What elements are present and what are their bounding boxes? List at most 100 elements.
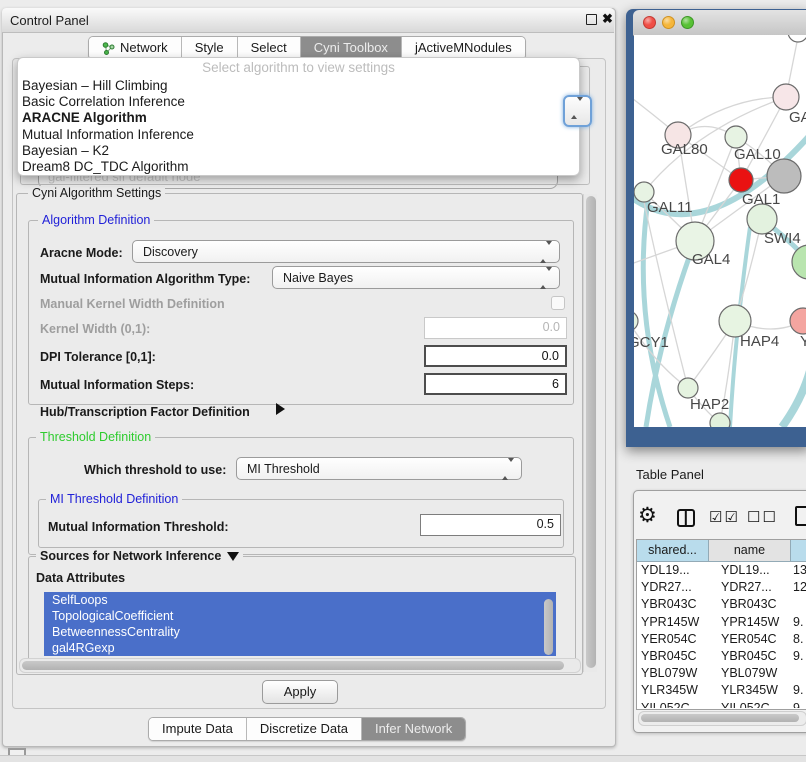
- tab-network[interactable]: Network: [89, 37, 182, 59]
- spinner-arrows-icon: [571, 101, 583, 115]
- tab-impute-data[interactable]: Impute Data: [149, 718, 247, 740]
- network-node[interactable]: [678, 378, 698, 398]
- aracne-mode-select[interactable]: Discovery: [132, 240, 560, 263]
- attributes-scrollbar-thumb[interactable]: [544, 599, 553, 655]
- column-header[interactable]: name: [709, 540, 791, 562]
- table-cell: 8.: [793, 631, 806, 648]
- control-panel-titlebar[interactable]: [2, 8, 614, 33]
- manual-kernel-label: Manual Kernel Width Definition: [40, 297, 225, 311]
- network-node[interactable]: [710, 413, 730, 427]
- settings-horizontal-scrollbar[interactable]: [19, 658, 581, 673]
- document-icon[interactable]: [795, 506, 806, 526]
- network-node[interactable]: [773, 84, 799, 110]
- expand-right-icon[interactable]: [276, 403, 285, 418]
- zoom-window-button[interactable]: [681, 16, 694, 29]
- table-row[interactable]: YDL19...YDL19...13: [637, 562, 806, 579]
- kernel-width-field[interactable]: 0.0: [424, 317, 567, 339]
- table-cell: YBR045C: [721, 648, 791, 665]
- tab-select[interactable]: Select: [238, 37, 301, 59]
- tab-discretize-data[interactable]: Discretize Data: [247, 718, 362, 740]
- tab-infer-network[interactable]: Infer Network: [362, 718, 465, 740]
- mi-type-select[interactable]: Naive Bayes: [272, 266, 560, 289]
- attribute-item[interactable]: TopologicalCoefficient: [44, 608, 556, 624]
- algorithm-combo-arrow-button[interactable]: [563, 95, 592, 127]
- algorithm-option[interactable]: Bayesian – K2: [22, 143, 572, 159]
- attribute-item[interactable]: SelfLoops: [44, 592, 556, 608]
- network-node[interactable]: [634, 311, 638, 331]
- table-cell: YIL052C: [641, 700, 709, 709]
- column-header[interactable]: shared...: [637, 540, 709, 562]
- attribute-item[interactable]: gal4RGexp: [44, 640, 556, 656]
- network-node[interactable]: [767, 159, 801, 193]
- network-node[interactable]: [790, 308, 806, 334]
- collapse-down-icon[interactable]: [227, 552, 239, 561]
- table-row[interactable]: YIL052CYIL052C9.: [637, 700, 806, 709]
- network-node[interactable]: [792, 245, 806, 279]
- tab-style[interactable]: Style: [182, 37, 238, 59]
- apply-button[interactable]: Apply: [262, 680, 338, 704]
- settings-vertical-scrollbar[interactable]: [583, 194, 597, 672]
- mi-threshold-field[interactable]: 0.5: [420, 514, 561, 536]
- close-window-button[interactable]: [643, 16, 656, 29]
- table-row[interactable]: YBL079WYBL079W: [637, 665, 806, 682]
- data-attributes-label: Data Attributes: [36, 571, 125, 585]
- table-row[interactable]: YLR345WYLR345W9.: [637, 682, 806, 699]
- network-edge[interactable]: [782, 363, 806, 427]
- tab-label: jActiveMNodules: [415, 37, 512, 59]
- node-label: GCY1: [634, 334, 669, 351]
- algorithm-definition-legend: Algorithm Definition: [38, 213, 154, 227]
- float-window-icon[interactable]: [586, 14, 597, 25]
- which-threshold-select[interactable]: MI Threshold: [236, 457, 522, 480]
- tab-jactivemnodules[interactable]: jActiveMNodules: [402, 37, 525, 59]
- manual-kernel-checkbox[interactable]: [551, 296, 565, 310]
- algorithm-option[interactable]: Mutual Information Inference: [22, 127, 572, 143]
- checked-pair-icon[interactable]: ☑☑: [709, 508, 740, 526]
- tab-label: Network: [120, 37, 168, 59]
- column-header[interactable]: [791, 540, 806, 562]
- hub-section-label[interactable]: Hub/Transcription Factor Definition: [40, 405, 250, 419]
- table-cell: YER054C: [641, 631, 709, 648]
- unchecked-pair-icon[interactable]: ☐☐: [747, 508, 778, 526]
- sources-legend-text: Sources for Network Inference: [40, 549, 221, 563]
- dpi-tolerance-field[interactable]: 0.0: [424, 345, 567, 367]
- table-cell: YLR345W: [721, 682, 791, 699]
- mi-steps-field[interactable]: 6: [424, 373, 567, 395]
- table-horizontal-scrollbar[interactable]: [638, 711, 806, 726]
- which-threshold-label: Which threshold to use:: [84, 463, 226, 477]
- algorithm-option[interactable]: ARACNE Algorithm: [22, 110, 572, 126]
- spinner-arrows-icon: [540, 245, 552, 259]
- table-row[interactable]: YPR145WYPR145W9.: [637, 614, 806, 631]
- network-edge[interactable]: [643, 200, 670, 427]
- network-node[interactable]: [729, 168, 753, 192]
- algorithm-option[interactable]: Bayesian – Hill Climbing: [22, 78, 572, 94]
- gear-icon[interactable]: ⚙: [638, 503, 657, 528]
- table-row[interactable]: YDR27...YDR27...12: [637, 579, 806, 596]
- network-canvas[interactable]: GALGAL80GAL10GAL1GAL11SWI4GAL4GCY1HAP4YH…: [634, 35, 806, 427]
- columns-icon[interactable]: [677, 509, 695, 527]
- algorithm-option[interactable]: Dream8 DC_TDC Algorithm: [22, 159, 572, 175]
- table-row[interactable]: YBR043CYBR043C: [637, 596, 806, 613]
- sources-legend[interactable]: Sources for Network Inference: [36, 549, 243, 563]
- table-row[interactable]: YER054CYER054C8.: [637, 631, 806, 648]
- which-threshold-value: MI Threshold: [247, 462, 320, 476]
- table-cell: YBL079W: [641, 665, 709, 682]
- scrollbar-thumb[interactable]: [586, 196, 596, 668]
- network-node[interactable]: [788, 35, 806, 42]
- network-node[interactable]: [725, 126, 747, 148]
- algorithm-option[interactable]: Basic Correlation Inference: [22, 94, 572, 110]
- algorithm-popup-list: Bayesian – Hill ClimbingBasic Correlatio…: [22, 78, 572, 175]
- table-cell: YLR345W: [641, 682, 709, 699]
- table-row[interactable]: YBR045CYBR045C9.: [637, 648, 806, 665]
- node-label: GAL11: [647, 199, 693, 216]
- node-label: GAL1: [742, 191, 780, 208]
- close-icon[interactable]: ✖: [602, 11, 613, 27]
- algorithm-dropdown-popup: Select algorithm to view settings Bayesi…: [17, 57, 580, 176]
- attribute-item[interactable]: BetweennessCentrality: [44, 624, 556, 640]
- tab-cyni-toolbox[interactable]: Cyni Toolbox: [301, 37, 402, 59]
- table-cell: YDR27...: [721, 579, 791, 596]
- scrollbar-thumb[interactable]: [641, 714, 799, 722]
- network-window-titlebar[interactable]: [633, 10, 806, 36]
- tab-label: Discretize Data: [260, 718, 348, 740]
- minimize-window-button[interactable]: [662, 16, 675, 29]
- scrollbar-thumb[interactable]: [22, 661, 564, 670]
